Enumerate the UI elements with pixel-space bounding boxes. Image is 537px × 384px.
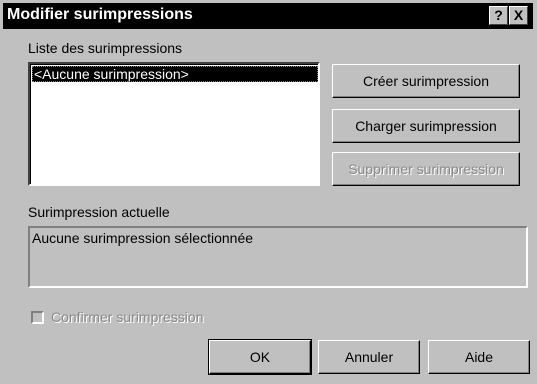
- confirm-overlay-checkbox[interactable]: [31, 311, 44, 324]
- current-overlay-label: Surimpression actuelle: [28, 204, 170, 220]
- create-overlay-button[interactable]: Créer surimpression: [332, 64, 520, 98]
- current-overlay-value: Aucune surimpression sélectionnée: [32, 230, 254, 246]
- title-bar[interactable]: Modifier surimpressions ? X: [3, 3, 533, 29]
- overlay-listbox[interactable]: <Aucune surimpression>: [28, 62, 320, 186]
- ok-button[interactable]: OK: [208, 339, 312, 375]
- overlay-list-label: Liste des surimpressions: [28, 40, 183, 56]
- help-icon[interactable]: ?: [489, 6, 508, 25]
- list-item[interactable]: <Aucune surimpression>: [32, 66, 318, 82]
- cancel-button[interactable]: Annuler: [318, 340, 420, 374]
- load-overlay-button[interactable]: Charger surimpression: [332, 109, 520, 143]
- dialog-title: Modifier surimpressions: [7, 6, 193, 23]
- help-button[interactable]: Aide: [428, 340, 530, 374]
- modify-overlays-dialog: Modifier surimpressions ? X Liste des su…: [0, 0, 537, 384]
- close-icon[interactable]: X: [509, 6, 528, 25]
- confirm-overlay-label: Confirmer surimpression: [51, 309, 204, 325]
- delete-overlay-button[interactable]: Supprimer surimpression: [332, 152, 520, 186]
- current-overlay-field: Aucune surimpression sélectionnée: [28, 226, 528, 288]
